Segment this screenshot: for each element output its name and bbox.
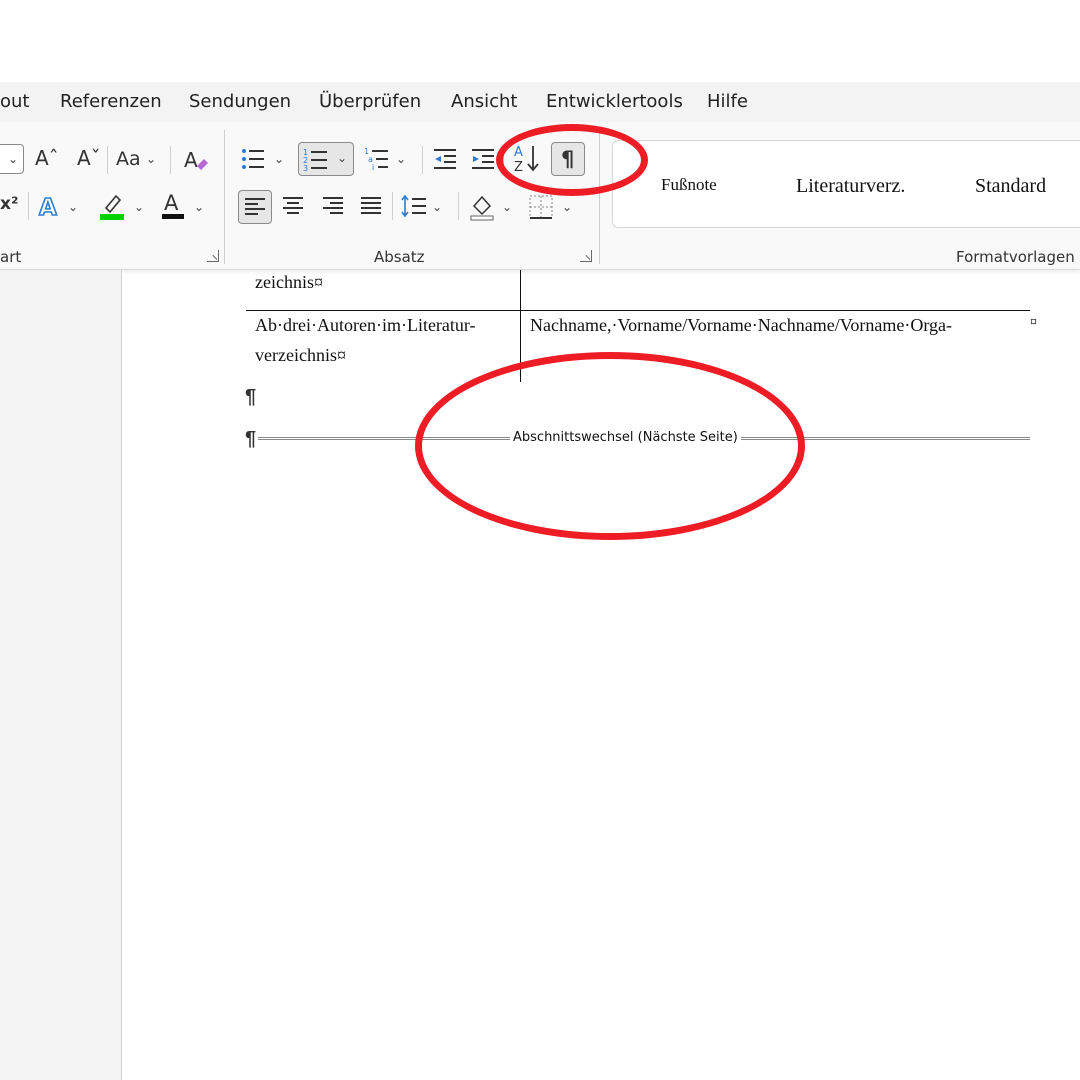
shrink-font-icon[interactable]: Aˇ — [77, 148, 101, 168]
align-right-icon[interactable] — [322, 195, 344, 217]
menu-entwicklertools[interactable]: Entwicklertools — [546, 91, 683, 112]
chevron-down-icon[interactable]: ⌄ — [134, 200, 144, 214]
grow-font-icon[interactable]: Aˆ — [35, 148, 59, 168]
menu-bar: out Referenzen Sendungen Überprüfen Ansi… — [0, 82, 1080, 122]
chevron-down-icon[interactable]: ⌄ — [432, 200, 442, 214]
chevron-down-icon: ⌄ — [8, 152, 19, 166]
svg-text:3: 3 — [303, 164, 308, 173]
chevron-down-icon[interactable]: ⌄ — [562, 200, 572, 214]
chevron-down-icon[interactable]: ⌄ — [396, 152, 406, 166]
highlight-icon[interactable] — [98, 190, 128, 222]
paragraph-mark[interactable]: ¶ — [245, 386, 256, 409]
table-column-border — [520, 270, 521, 310]
table-cell-text[interactable]: Ab·drei·Autoren·im·Literatur- — [255, 315, 476, 336]
menu-sendungen[interactable]: Sendungen — [189, 91, 291, 112]
align-center-icon[interactable] — [282, 195, 304, 217]
table-cell-text[interactable]: verzeichnis¤ — [255, 345, 346, 366]
text-effects-icon[interactable]: A — [38, 192, 64, 220]
style-fussnote[interactable]: Fußnote — [661, 175, 717, 195]
superscript-icon[interactable]: x² — [0, 196, 18, 213]
paragraph-mark[interactable]: ¶ — [245, 428, 256, 451]
table-cell-text[interactable]: zeichnis¤ — [255, 272, 323, 293]
style-literaturverz[interactable]: Literaturverz. — [796, 175, 905, 198]
shading-icon[interactable] — [468, 192, 496, 222]
numbering-icon: 1 2 3 — [303, 148, 327, 173]
font-color-icon[interactable]: A — [160, 190, 188, 222]
font-size-dropdown[interactable]: ⌄ — [0, 144, 24, 174]
styles-gallery: Fußnote Literaturverz. Standard — [612, 140, 1080, 228]
svg-text:A: A — [164, 191, 179, 215]
align-left-icon — [245, 198, 265, 215]
style-standard[interactable]: Standard — [975, 175, 1046, 198]
row-end-mark: ¤ — [1030, 315, 1037, 330]
chevron-down-icon[interactable]: ⌄ — [502, 200, 512, 214]
font-dialog-launcher-icon[interactable] — [207, 250, 219, 262]
divider — [107, 146, 108, 174]
align-left-button[interactable] — [238, 190, 272, 224]
group-divider — [224, 130, 225, 264]
menu-layout[interactable]: out — [0, 91, 29, 112]
divider — [170, 146, 171, 174]
line-spacing-icon[interactable] — [400, 193, 428, 219]
group-label-font: art — [0, 248, 22, 266]
menu-referenzen[interactable]: Referenzen — [60, 91, 162, 112]
svg-text:A: A — [39, 195, 57, 220]
clear-formatting-icon[interactable]: A — [182, 146, 210, 174]
group-label-formatvorlagen: Formatvorlagen — [956, 248, 1075, 266]
chevron-down-icon[interactable]: ⌄ — [146, 152, 156, 166]
table-cell-text[interactable]: Nachname,·Vorname/Vorname·Nachname/Vorna… — [530, 315, 952, 336]
annotation-circle-formatting-marks — [496, 124, 648, 196]
bullets-icon[interactable] — [240, 146, 266, 172]
table-row-border — [246, 310, 1030, 311]
svg-text:A: A — [184, 148, 198, 172]
multilevel-list-icon[interactable]: 1 a i — [364, 146, 392, 172]
divider — [28, 192, 29, 220]
chevron-down-icon[interactable]: ⌄ — [194, 200, 204, 214]
decrease-indent-icon[interactable] — [432, 146, 458, 172]
change-case-icon[interactable]: Aa — [116, 150, 141, 169]
svg-text:i: i — [372, 163, 374, 172]
menu-ueberpruefen[interactable]: Überprüfen — [319, 91, 421, 112]
chevron-down-icon[interactable]: ⌄ — [274, 152, 284, 166]
group-label-absatz: Absatz — [374, 248, 425, 266]
divider — [422, 146, 423, 174]
borders-icon[interactable] — [528, 194, 554, 220]
numbering-button[interactable]: 1 2 3 ⌄ — [298, 142, 354, 176]
menu-hilfe[interactable]: Hilfe — [707, 91, 748, 112]
chevron-down-icon[interactable]: ⌄ — [68, 200, 78, 214]
paragraph-dialog-launcher-icon[interactable] — [580, 250, 592, 262]
justify-icon[interactable] — [360, 195, 382, 217]
divider — [392, 192, 393, 220]
annotation-circle-section-break — [415, 352, 805, 540]
increase-indent-icon[interactable] — [470, 146, 496, 172]
chevron-down-icon: ⌄ — [337, 151, 348, 165]
document-background-left — [0, 270, 122, 1080]
menu-ansicht[interactable]: Ansicht — [451, 91, 517, 112]
divider — [458, 192, 459, 220]
